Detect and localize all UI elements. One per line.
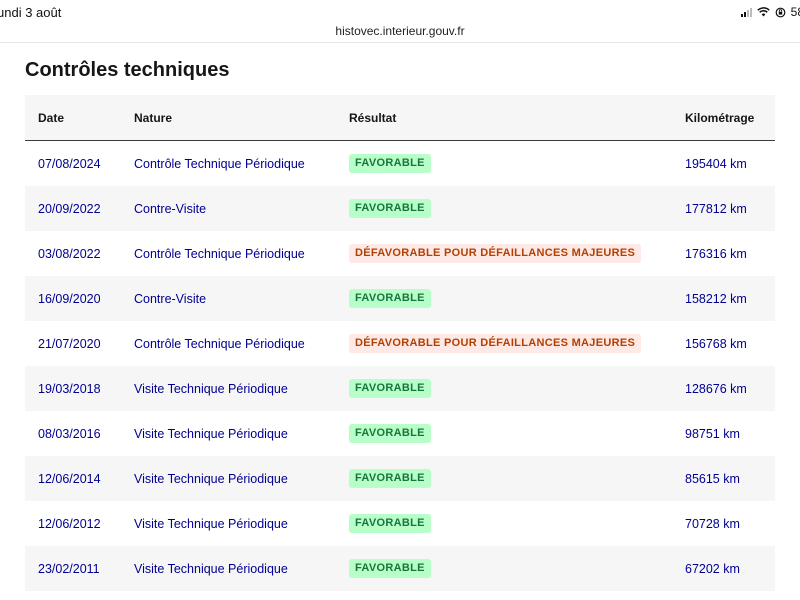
cell-mileage: 176316 km <box>685 246 747 261</box>
table-row: 08/03/2016 Visite Technique Périodique FAV… <box>25 411 775 456</box>
cell-mileage: 156768 km <box>685 336 747 351</box>
table-header: Date Nature Résultat Kilométrage <box>25 95 775 141</box>
cell-nature: Contrôle Technique Périodique <box>134 156 305 171</box>
inspections-table: Date Nature Résultat Kilométrage 07/08/2… <box>25 95 775 591</box>
cell-result: FAVORABLE <box>349 514 685 533</box>
cell-date: 12/06/2014 <box>38 471 101 486</box>
table-row: 12/06/2014 Visite Technique Périodique FAV… <box>25 456 775 501</box>
cellular-signal-icon <box>740 7 752 17</box>
cell-result: DÉFAVORABLE POUR DÉFAILLANCES MAJEURES <box>349 334 685 353</box>
cell-nature: Contre-Visite <box>134 291 207 306</box>
url-text[interactable]: histovec.interieur.gouv.fr <box>335 24 464 38</box>
status-badge: DÉFAVORABLE POUR DÉFAILLANCES MAJEURES <box>349 334 642 353</box>
cell-nature: Visite Technique Périodique <box>134 381 288 396</box>
status-badge: FAVORABLE <box>349 379 431 398</box>
cell-nature: Visite Technique Périodique <box>134 516 288 531</box>
status-badge: FAVORABLE <box>349 289 431 308</box>
cell-nature: Contrôle Technique Périodique <box>134 336 305 351</box>
cell-nature: Visite Technique Périodique <box>134 471 288 486</box>
status-badge: FAVORABLE <box>349 514 431 533</box>
status-icons: 58 <box>740 5 800 19</box>
cell-date: 23/02/2011 <box>38 561 100 576</box>
cell-nature: Contre-Visite <box>134 201 207 216</box>
header-date: Date <box>38 110 65 125</box>
table-row: 23/02/2011 Visite Technique Périodique FAV… <box>25 546 775 591</box>
status-time: undi 3 août <box>0 5 62 20</box>
cell-mileage: 98751 km <box>685 426 740 441</box>
table-row: 07/08/2024 Contrôle Technique Périodique F… <box>25 141 775 186</box>
cell-mileage: 195404 km <box>685 156 747 171</box>
header-result: Résultat <box>349 110 397 125</box>
status-badge: FAVORABLE <box>349 199 431 218</box>
cell-date: 08/03/2016 <box>38 426 101 441</box>
battery-level: 58 <box>790 5 800 19</box>
main-content: Contrôles techniques Date Nature Résulta… <box>0 43 800 591</box>
table-row: 03/08/2022 Contrôle Technique Périodique D… <box>25 231 775 276</box>
cell-result: FAVORABLE <box>349 559 685 578</box>
cell-mileage: 67202 km <box>685 561 740 576</box>
status-badge: DÉFAVORABLE POUR DÉFAILLANCES MAJEURES <box>349 244 642 263</box>
status-bar: undi 3 août 58 <box>0 0 800 24</box>
cell-date: 12/06/2012 <box>38 516 101 531</box>
cell-result: FAVORABLE <box>349 199 685 218</box>
cell-result: FAVORABLE <box>349 379 685 398</box>
rotation-lock-icon <box>775 7 786 18</box>
cell-mileage: 85615 km <box>685 471 740 486</box>
wifi-icon <box>756 7 770 17</box>
cell-nature: Visite Technique Périodique <box>134 561 288 576</box>
cell-mileage: 70728 km <box>685 516 740 531</box>
cell-date: 16/09/2020 <box>38 291 101 306</box>
status-badge: FAVORABLE <box>349 424 431 443</box>
header-nature: Nature <box>134 110 173 125</box>
cell-result: FAVORABLE <box>349 154 685 173</box>
table-row: 12/06/2012 Visite Technique Périodique FAV… <box>25 501 775 546</box>
status-badge: FAVORABLE <box>349 469 431 488</box>
table-body: 07/08/2024 Contrôle Technique Périodique F… <box>25 141 775 591</box>
cell-date: 21/07/2020 <box>38 336 101 351</box>
header-mileage: Kilométrage <box>685 110 755 125</box>
status-badge: FAVORABLE <box>349 559 431 578</box>
cell-nature: Visite Technique Périodique <box>134 426 288 441</box>
page-title: Contrôles techniques <box>25 59 230 81</box>
cell-mileage: 128676 km <box>685 381 747 396</box>
status-badge: FAVORABLE <box>349 154 431 173</box>
cell-result: FAVORABLE <box>349 424 685 443</box>
cell-date: 07/08/2024 <box>38 156 101 171</box>
cell-result: FAVORABLE <box>349 469 685 488</box>
table-row: 16/09/2020 Contre-Visite FAVORABLE 158212 k… <box>25 276 775 321</box>
cell-date: 20/09/2022 <box>38 201 101 216</box>
cell-result: FAVORABLE <box>349 289 685 308</box>
cell-result: DÉFAVORABLE POUR DÉFAILLANCES MAJEURES <box>349 244 685 263</box>
cell-date: 03/08/2022 <box>38 246 101 261</box>
table-row: 19/03/2018 Visite Technique Périodique FAV… <box>25 366 775 411</box>
address-bar[interactable]: histovec.interieur.gouv.fr <box>0 24 800 43</box>
cell-date: 19/03/2018 <box>38 381 101 396</box>
table-row: 20/09/2022 Contre-Visite FAVORABLE 177812 k… <box>25 186 775 231</box>
cell-mileage: 177812 km <box>685 201 747 216</box>
cell-mileage: 158212 km <box>685 291 747 306</box>
cell-nature: Contrôle Technique Périodique <box>134 246 305 261</box>
table-row: 21/07/2020 Contrôle Technique Périodique D… <box>25 321 775 366</box>
